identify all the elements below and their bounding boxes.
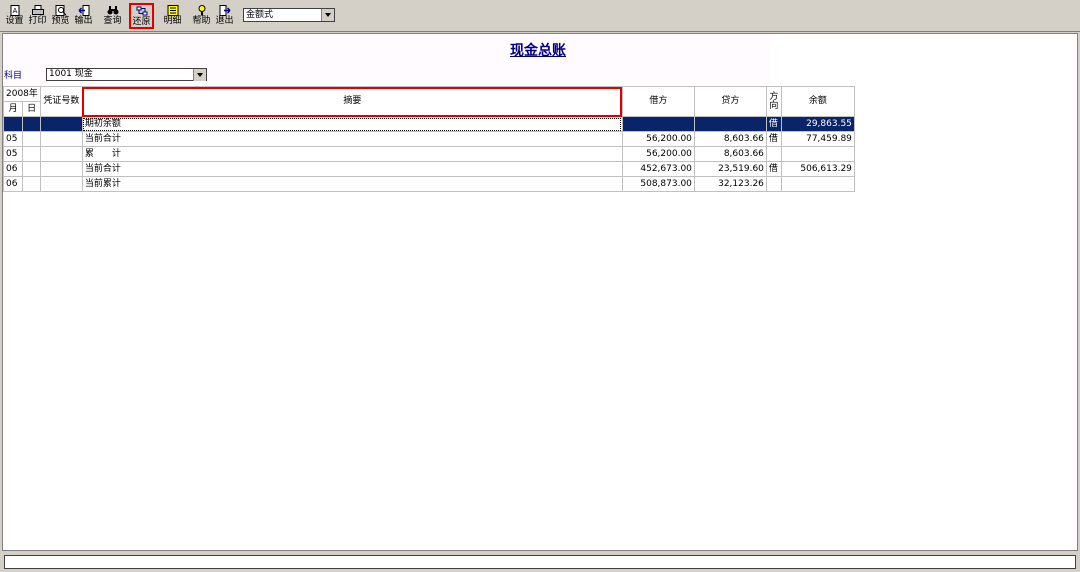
- month-cell: 06: [2, 176, 24, 192]
- balance-cell: 29,863.55: [780, 116, 855, 132]
- restore-icon: [136, 6, 147, 16]
- settings-button[interactable]: A 设置: [5, 3, 24, 29]
- exit-icon: [219, 5, 230, 16]
- voucher-cell: [39, 116, 83, 132]
- table-row[interactable]: 期初余额 借 29,863.55: [2, 116, 855, 132]
- balance-cell: 506,613.29: [780, 161, 855, 177]
- page-title: 现金总账: [510, 43, 566, 59]
- subject-select-value: 1001 现金: [49, 69, 93, 79]
- restore-label: 还原: [132, 17, 151, 27]
- chevron-down-icon[interactable]: [321, 9, 334, 21]
- format-select[interactable]: 金额式: [243, 8, 335, 22]
- summary-cell: 当前合计: [81, 131, 623, 147]
- debit-cell: 508,873.00: [621, 176, 695, 192]
- balance-header[interactable]: 余额: [780, 86, 855, 117]
- table-row[interactable]: 06 当前合计 452,673.00 23,519.60 借 506,613.2…: [2, 161, 855, 177]
- summary-cell: 当前累计: [81, 176, 623, 192]
- day-cell: [22, 131, 41, 147]
- report-panel: 现金总账 科目 1001 现金 2008年 凭证号数 摘要 借方 贷方 方向 余…: [2, 33, 1078, 551]
- detail-label: 明细: [163, 16, 182, 26]
- help-button[interactable]: 帮助: [192, 3, 211, 29]
- debit-cell: 56,200.00: [621, 146, 695, 162]
- preview-icon: [55, 5, 66, 16]
- subject-select[interactable]: 1001 现金: [46, 68, 207, 81]
- balance-cell: [780, 176, 855, 192]
- restore-button[interactable]: 还原: [129, 3, 154, 29]
- table-row[interactable]: 05 累 计 56,200.00 8,603.66: [2, 146, 855, 162]
- export-icon: [78, 5, 89, 16]
- help-icon: [198, 5, 205, 16]
- month-cell: 05: [2, 146, 24, 162]
- voucher-cell: [39, 146, 83, 162]
- direction-header[interactable]: 方向: [765, 86, 782, 117]
- debit-header[interactable]: 借方: [621, 86, 695, 117]
- day-header[interactable]: 日: [22, 101, 41, 117]
- status-bar: [4, 555, 1076, 569]
- detail-button[interactable]: 明细: [163, 3, 182, 29]
- summary-cell: 期初余额: [81, 116, 623, 132]
- credit-cell: [693, 116, 767, 132]
- export-label: 输出: [74, 16, 93, 26]
- credit-header[interactable]: 贷方: [693, 86, 767, 117]
- direction-cell: 借: [765, 116, 782, 132]
- balance-cell: [780, 146, 855, 162]
- day-cell: [22, 116, 41, 132]
- exit-button[interactable]: 退出: [215, 3, 234, 29]
- summary-cell: 当前合计: [81, 161, 623, 177]
- format-select-value: 金额式: [246, 10, 274, 20]
- debit-cell: 452,673.00: [621, 161, 695, 177]
- year-header: 2008年: [3, 86, 41, 102]
- ledger-table: 2008年 凭证号数 摘要 借方 贷方 方向 余额 月 日 期初余额 借 29,…: [2, 86, 855, 192]
- print-icon: [31, 5, 44, 15]
- search-binoculars-icon: [107, 6, 118, 15]
- table-row[interactable]: 05 当前合计 56,200.00 8,603.66 借 77,459.89: [2, 131, 855, 147]
- report-header: 现金总账 科目 1001 现金: [3, 34, 771, 84]
- search-button[interactable]: 查询: [103, 3, 122, 29]
- voucher-cell: [39, 161, 83, 177]
- credit-cell: 8,603.66: [693, 131, 767, 147]
- table-row[interactable]: 06 当前累计 508,873.00 32,123.26: [2, 176, 855, 192]
- debit-cell: [621, 116, 695, 132]
- ledger-grid: 2008年 凭证号数 摘要 借方 贷方 方向 余额 月 日 期初余额 借 29,…: [2, 86, 855, 192]
- credit-cell: 32,123.26: [693, 176, 767, 192]
- exit-label: 退出: [215, 16, 234, 26]
- print-label: 打印: [28, 16, 47, 26]
- chevron-down-icon[interactable]: [193, 69, 206, 81]
- help-label: 帮助: [192, 16, 211, 26]
- day-cell: [22, 161, 41, 177]
- direction-cell: [765, 176, 782, 192]
- balance-cell: 77,459.89: [780, 131, 855, 147]
- credit-cell: 8,603.66: [693, 146, 767, 162]
- debit-cell: 56,200.00: [621, 131, 695, 147]
- print-button[interactable]: 打印: [28, 3, 47, 29]
- settings-label: 设置: [5, 16, 24, 26]
- month-header[interactable]: 月: [2, 101, 24, 117]
- month-cell: 06: [2, 161, 24, 177]
- toolbar: A 设置 打印 预览 输出 查询 还原 明细 帮助 退出 金额式: [0, 0, 1080, 32]
- export-button[interactable]: 输出: [74, 3, 93, 29]
- voucher-cell: [39, 131, 83, 147]
- direction-cell: [765, 146, 782, 162]
- direction-cell: 借: [765, 131, 782, 147]
- settings-icon: A: [10, 5, 19, 16]
- subject-label: 科目: [4, 71, 23, 81]
- direction-cell: 借: [765, 161, 782, 177]
- day-cell: [22, 146, 41, 162]
- preview-button[interactable]: 预览: [51, 3, 70, 29]
- summary-cell: 累 计: [81, 146, 623, 162]
- summary-header[interactable]: 摘要: [81, 86, 623, 117]
- voucher-cell: [39, 176, 83, 192]
- search-label: 查询: [103, 16, 122, 26]
- month-cell: 05: [2, 131, 24, 147]
- day-cell: [22, 176, 41, 192]
- month-cell: [2, 116, 24, 132]
- credit-cell: 23,519.60: [693, 161, 767, 177]
- preview-label: 预览: [51, 16, 70, 26]
- detail-icon: [167, 5, 178, 16]
- voucher-header[interactable]: 凭证号数: [39, 86, 83, 117]
- svg-text:A: A: [12, 8, 17, 15]
